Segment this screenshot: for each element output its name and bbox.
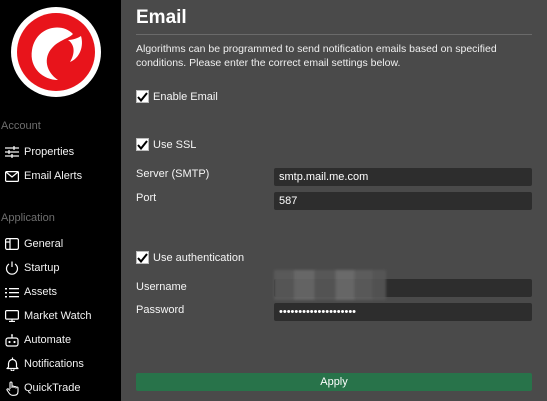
app-logo-icon [11,7,101,97]
username-label: Username [136,281,187,293]
title-divider [136,34,532,35]
sidebar-item-label: Automate [24,334,72,346]
port-input[interactable] [274,192,532,210]
redacted-overlay [274,270,386,300]
settings-window: Account Properties Email Alerts Applicat… [0,0,547,401]
sidebar-item-label: Market Watch [24,310,92,322]
sidebar-item-email-alerts[interactable]: Email Alerts [0,165,121,187]
server-label: Server (SMTP) [136,168,210,180]
checkbox-box[interactable] [136,138,149,151]
sidebar-item-quicktrade[interactable]: QuickTrade [0,377,121,399]
checkmark-icon [137,139,148,150]
page-description: Algorithms can be programmed to send not… [136,43,497,69]
enable-email-checkbox[interactable]: Enable Email [136,90,218,103]
sidebar: Account Properties Email Alerts Applicat… [0,0,121,401]
port-label: Port [136,192,157,204]
robot-icon [0,331,24,349]
use-authentication-label: Use authentication [153,251,245,264]
layout-icon [0,235,24,253]
use-ssl-checkbox[interactable]: Use SSL [136,138,196,151]
envelope-icon [0,167,24,185]
sidebar-item-general[interactable]: General [0,233,121,255]
bell-icon [0,355,24,373]
sidebar-item-label: Properties [24,146,75,158]
sidebar-item-startup[interactable]: Startup [0,257,121,279]
server-input[interactable] [274,168,532,186]
sidebar-item-label: Email Alerts [24,170,83,182]
sidebar-item-automate[interactable]: Automate [0,329,121,351]
password-input[interactable] [274,303,532,321]
page-title: Email [136,7,187,28]
password-label: Password [136,304,185,316]
sidebar-section-application: Application [1,212,55,224]
sidebar-item-label: Startup [24,262,60,274]
use-authentication-checkbox[interactable]: Use authentication [136,251,244,264]
sidebar-item-assets[interactable]: Assets [0,281,121,303]
sidebar-item-label: Notifications [24,358,84,370]
sidebar-item-market-watch[interactable]: Market Watch [0,305,121,327]
checkmark-icon [137,91,148,102]
sidebar-item-label: QuickTrade [24,382,81,394]
sliders-icon [0,143,24,161]
power-icon [0,259,24,277]
checkmark-icon [137,252,148,263]
apply-button[interactable]: Apply [136,373,532,391]
hand-pointer-icon [0,379,24,397]
sidebar-item-notifications[interactable]: Notifications [0,353,121,375]
checkbox-box[interactable] [136,90,149,103]
sidebar-item-properties[interactable]: Properties [0,141,121,163]
sidebar-item-label: Assets [24,286,58,298]
sidebar-item-label: General [24,238,64,250]
monitor-icon [0,307,24,325]
checkbox-box[interactable] [136,251,149,264]
enable-email-label: Enable Email [153,90,218,103]
use-ssl-label: Use SSL [153,138,197,151]
email-settings-panel: Email Algorithms can be programmed to se… [121,0,547,401]
sidebar-section-account: Account [1,120,41,132]
list-icon [0,283,24,301]
